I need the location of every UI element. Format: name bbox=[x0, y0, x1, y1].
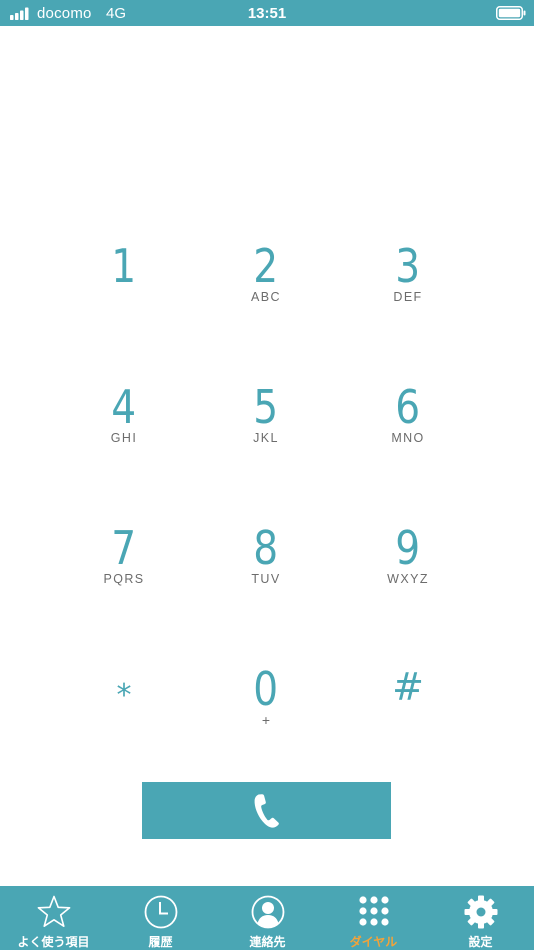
key-2[interactable]: 2 ABC bbox=[206, 240, 326, 350]
key-digit: 6 bbox=[395, 380, 421, 434]
key-8[interactable]: 8 TUV bbox=[206, 522, 326, 632]
key-digit: 8 bbox=[253, 521, 279, 575]
key-digit: 0 bbox=[253, 662, 279, 716]
tab-label: 連絡先 bbox=[249, 935, 286, 949]
tab-favorites[interactable]: よく使う項目 bbox=[0, 886, 107, 950]
key-digit: 3 bbox=[395, 239, 421, 293]
key-5[interactable]: 5 JKL bbox=[206, 381, 326, 491]
key-digit: 9 bbox=[395, 521, 421, 575]
key-4[interactable]: 4 GHI bbox=[64, 381, 184, 491]
key-digit: 2 bbox=[253, 239, 279, 293]
tab-label: ダイヤル bbox=[349, 935, 398, 949]
tab-history[interactable]: 履歴 bbox=[107, 886, 214, 950]
key-9[interactable]: 9 WXYZ bbox=[348, 522, 468, 632]
phone-icon bbox=[254, 793, 279, 828]
key-digit: 1 bbox=[111, 239, 137, 293]
status-time: 13:51 bbox=[247, 5, 287, 22]
tab-label: よく使う項目 bbox=[17, 935, 90, 949]
key-digit: 7 bbox=[111, 521, 137, 575]
key-digit: 4 bbox=[111, 380, 137, 434]
tab-contacts[interactable]: 連絡先 bbox=[214, 886, 321, 950]
key-7[interactable]: 7 PQRS bbox=[64, 522, 184, 632]
gear-icon bbox=[464, 895, 497, 929]
tab-dial[interactable]: ダイヤル bbox=[320, 886, 427, 950]
star-icon bbox=[37, 895, 70, 927]
key-digit: 5 bbox=[253, 380, 279, 434]
battery-icon bbox=[496, 6, 526, 20]
tab-settings[interactable]: 設定 bbox=[427, 886, 534, 950]
key-digit: * bbox=[116, 678, 132, 713]
tab-bar: よく使う項目 履歴 連絡先 ダイヤル 設定 bbox=[0, 886, 534, 950]
key-3[interactable]: 3 DEF bbox=[348, 240, 468, 350]
key-star[interactable]: * bbox=[64, 663, 184, 773]
clock-icon bbox=[144, 895, 177, 929]
keypad-icon bbox=[358, 896, 389, 926]
key-1[interactable]: 1 bbox=[64, 240, 184, 350]
key-0[interactable]: 0 + bbox=[206, 663, 326, 773]
tab-label: 設定 bbox=[468, 935, 493, 949]
call-button[interactable] bbox=[142, 782, 391, 839]
key-hash[interactable]: # bbox=[348, 663, 468, 773]
contact-icon bbox=[251, 895, 284, 929]
status-bar: docomo 4G 13:51 bbox=[0, 0, 534, 26]
key-6[interactable]: 6 MNO bbox=[348, 381, 468, 491]
tab-label: 履歴 bbox=[148, 935, 173, 949]
key-digit: # bbox=[392, 665, 424, 709]
